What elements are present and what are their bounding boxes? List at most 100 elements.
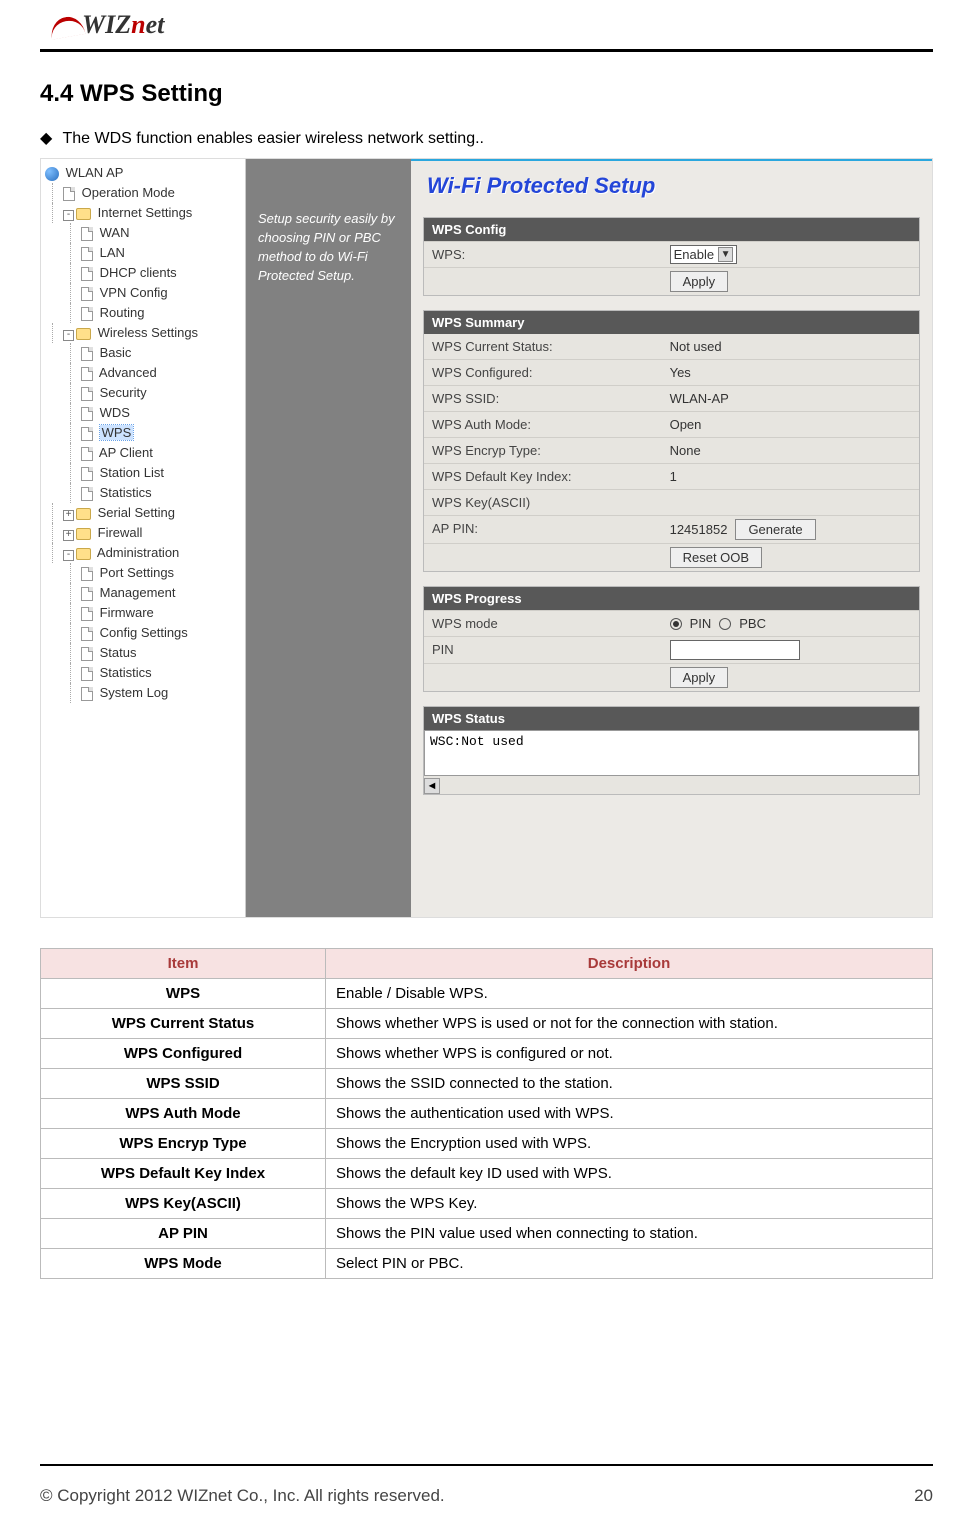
item-name: WPS <box>41 979 326 1009</box>
expand-icon[interactable]: + <box>63 530 74 541</box>
tree-item[interactable]: Routing <box>70 303 245 323</box>
tree-item[interactable]: DHCP clients <box>70 263 245 283</box>
pbc-radio[interactable] <box>719 618 731 630</box>
item-desc: Shows the default key ID used with WPS. <box>326 1159 933 1189</box>
page-icon <box>81 667 93 681</box>
tree-item[interactable]: WDS <box>70 403 245 423</box>
page-icon <box>63 187 75 201</box>
tree-item-label: Config Settings <box>100 625 188 640</box>
item-desc: Shows whether WPS is configured or not. <box>326 1039 933 1069</box>
summary-value: WLAN-AP <box>662 386 919 411</box>
section-title: 4.4 WPS Setting <box>40 80 933 108</box>
world-icon <box>45 167 59 181</box>
tree-item[interactable]: - Internet Settings <box>52 203 245 223</box>
wps-summary-panel: WPS Summary WPS Current Status:Not usedW… <box>423 310 920 572</box>
description-table: Item Description WPSEnable / Disable WPS… <box>40 948 933 1279</box>
item-desc: Shows the SSID connected to the station. <box>326 1069 933 1099</box>
tree-item[interactable]: Operation Mode <box>52 183 245 203</box>
item-name: WPS Mode <box>41 1249 326 1279</box>
collapse-icon[interactable]: - <box>63 550 74 561</box>
page-icon <box>81 287 93 301</box>
wps-status-header: WPS Status <box>424 707 919 730</box>
tree-item[interactable]: WPS <box>70 423 245 443</box>
pin-input[interactable] <box>670 640 800 660</box>
wps-progress-apply-button[interactable]: Apply <box>670 667 729 688</box>
pin-radio[interactable] <box>670 618 682 630</box>
table-row: WPS ConfiguredShows whether WPS is confi… <box>41 1039 933 1069</box>
tree-item[interactable]: Statistics <box>70 663 245 683</box>
tree-item[interactable]: System Log <box>70 683 245 703</box>
tree-item-label: AP Client <box>99 445 153 460</box>
table-row: WPS Encryp TypeShows the Encryption used… <box>41 1129 933 1159</box>
tree-item[interactable]: - Wireless Settings <box>52 323 245 343</box>
collapse-icon[interactable]: - <box>63 210 74 221</box>
scroll-left-icon[interactable]: ◄ <box>424 778 440 794</box>
tree-item[interactable]: - Administration <box>52 543 245 563</box>
page-icon <box>81 647 93 661</box>
tree-root[interactable]: WLAN AP <box>45 163 245 183</box>
tree-item-label: LAN <box>100 245 125 260</box>
tree-item-label: System Log <box>100 685 169 700</box>
page-icon <box>81 347 93 361</box>
tree-item[interactable]: Firmware <box>70 603 245 623</box>
tree-item[interactable]: + Firewall <box>52 523 245 543</box>
folder-icon <box>76 508 91 520</box>
logo-swoosh-icon <box>49 14 86 40</box>
tree-item-label: Security <box>100 385 147 400</box>
reset-oob-button[interactable]: Reset OOB <box>670 547 762 568</box>
page-icon <box>81 607 93 621</box>
item-name: WPS Auth Mode <box>41 1099 326 1129</box>
folder-icon <box>76 528 91 540</box>
tree-item-label: Firewall <box>98 525 143 540</box>
tree-item[interactable]: Statistics <box>70 483 245 503</box>
tree-item[interactable]: Config Settings <box>70 623 245 643</box>
summary-key: WPS Current Status: <box>424 334 662 359</box>
tree-item[interactable]: Management <box>70 583 245 603</box>
expand-icon[interactable]: + <box>63 510 74 521</box>
page-icon <box>81 387 93 401</box>
page-icon <box>81 587 93 601</box>
folder-icon <box>76 328 91 340</box>
wps-progress-panel: WPS Progress WPS mode PIN PBC PIN <box>423 586 920 692</box>
table-row: WPS Key(ASCII)Shows the WPS Key. <box>41 1189 933 1219</box>
tree-item[interactable]: Basic <box>70 343 245 363</box>
page-icon <box>81 227 93 241</box>
router-ui-screenshot: WLAN AP Operation Mode- Internet Setting… <box>40 158 933 918</box>
summary-value: None <box>662 438 919 463</box>
logo-text: WIZnet <box>82 10 164 39</box>
tree-item[interactable]: + Serial Setting <box>52 503 245 523</box>
item-name: WPS Encryp Type <box>41 1129 326 1159</box>
tree-item[interactable]: Advanced <box>70 363 245 383</box>
accent-bar <box>411 159 932 161</box>
tree-item-label: Status <box>100 645 137 660</box>
item-name: WPS SSID <box>41 1069 326 1099</box>
wps-enable-select[interactable]: Enable ▼ <box>670 245 737 264</box>
tree-item[interactable]: Security <box>70 383 245 403</box>
wps-progress-header: WPS Progress <box>424 587 919 610</box>
tree-item[interactable]: Status <box>70 643 245 663</box>
tree-item-label: Wireless Settings <box>98 325 198 340</box>
item-desc: Shows the PIN value used when connecting… <box>326 1219 933 1249</box>
wps-status-text: WSC:Not used <box>424 730 919 776</box>
tree-item-label: WDS <box>100 405 130 420</box>
tree-item-label: Routing <box>100 305 145 320</box>
table-row: WPS Auth ModeShows the authentication us… <box>41 1099 933 1129</box>
tree-item[interactable]: Station List <box>70 463 245 483</box>
ap-pin-value: 12451852 <box>670 522 728 537</box>
page-icon <box>81 447 93 461</box>
page-icon <box>81 367 93 381</box>
item-name: WPS Configured <box>41 1039 326 1069</box>
page-title: Wi-Fi Protected Setup <box>423 167 920 217</box>
tree-item[interactable]: VPN Config <box>70 283 245 303</box>
wps-mode-label: WPS mode <box>424 611 662 636</box>
tree-item[interactable]: WAN <box>70 223 245 243</box>
item-name: WPS Default Key Index <box>41 1159 326 1189</box>
collapse-icon[interactable]: - <box>63 330 74 341</box>
tree-item[interactable]: LAN <box>70 243 245 263</box>
generate-button[interactable]: Generate <box>735 519 815 540</box>
wps-config-apply-button[interactable]: Apply <box>670 271 729 292</box>
tree-item[interactable]: AP Client <box>70 443 245 463</box>
tree-item-label: Basic <box>100 345 132 360</box>
footer-rule <box>40 1464 933 1466</box>
tree-item[interactable]: Port Settings <box>70 563 245 583</box>
